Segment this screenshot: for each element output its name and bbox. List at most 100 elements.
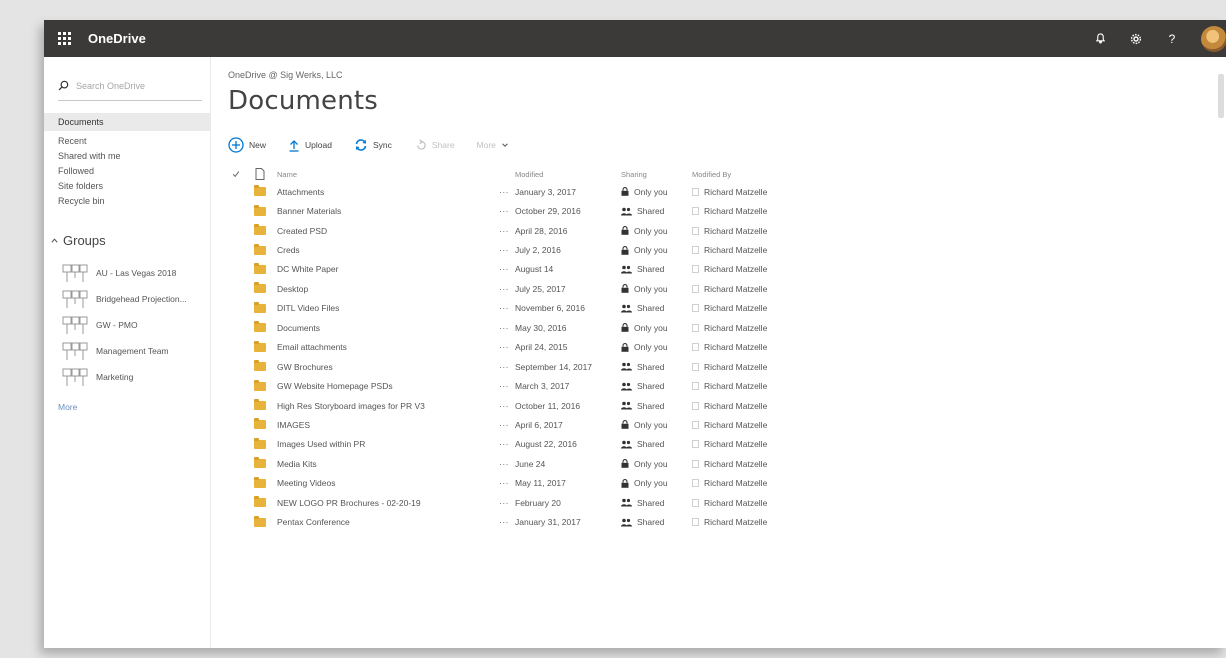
nav-item-recycle-bin[interactable]: Recycle bin	[44, 194, 210, 209]
file-type-column-header[interactable]	[243, 168, 277, 180]
sharing-status[interactable]: Shared	[621, 439, 692, 449]
sharing-status[interactable]: Only you	[621, 284, 692, 294]
table-row[interactable]: Creds ··· July 2, 2016 Only you Richard Matz…	[228, 240, 1226, 259]
more-options-button[interactable]: ···	[499, 187, 515, 197]
share-button[interactable]: Share	[414, 138, 455, 152]
app-launcher-button[interactable]	[44, 20, 84, 57]
nav-item-recent[interactable]: Recent	[44, 134, 210, 149]
file-name-link[interactable]: IMAGES	[277, 420, 499, 430]
help-button[interactable]: ?	[1154, 20, 1190, 57]
group-item[interactable]: Bridgehead Projection...	[44, 286, 210, 312]
modified-by[interactable]: Richard Matzelle	[692, 342, 812, 352]
file-name-link[interactable]: Email attachments	[277, 342, 499, 352]
search-box[interactable]: Search OneDrive	[58, 71, 202, 101]
modified-by[interactable]: Richard Matzelle	[692, 401, 812, 411]
modified-by[interactable]: Richard Matzelle	[692, 459, 812, 469]
group-item[interactable]: GW - PMO	[44, 312, 210, 338]
scrollbar[interactable]	[1218, 74, 1224, 118]
nav-item-shared-with-me[interactable]: Shared with me	[44, 149, 210, 164]
sharing-status[interactable]: Shared	[621, 303, 692, 313]
notifications-button[interactable]	[1082, 20, 1118, 57]
more-groups-link[interactable]: More	[44, 402, 210, 412]
table-row[interactable]: IMAGES ··· April 6, 2017 Only you Richard Ma…	[228, 415, 1226, 434]
table-row[interactable]: Desktop ··· July 25, 2017 Only you Richard M…	[228, 279, 1226, 298]
modified-by[interactable]: Richard Matzelle	[692, 284, 812, 294]
table-row[interactable]: GW Website Homepage PSDs ··· March 3, 2017…	[228, 376, 1226, 395]
more-options-button[interactable]: ···	[499, 439, 515, 449]
file-name-link[interactable]: Images Used within PR	[277, 439, 499, 449]
modified-by[interactable]: Richard Matzelle	[692, 226, 812, 236]
more-options-button[interactable]: ···	[499, 420, 515, 430]
group-item[interactable]: Management Team	[44, 338, 210, 364]
more-options-button[interactable]: ···	[499, 498, 515, 508]
file-name-link[interactable]: Documents	[277, 323, 499, 333]
sharing-status[interactable]: Only you	[621, 420, 692, 430]
file-name-link[interactable]: NEW LOGO PR Brochures - 02-20-19	[277, 498, 499, 508]
more-options-button[interactable]: ···	[499, 401, 515, 411]
name-column-header[interactable]: Name	[277, 170, 499, 179]
table-row[interactable]: Banner Materials ··· October 29, 2016 Share…	[228, 201, 1226, 220]
sharing-status[interactable]: Only you	[621, 459, 692, 469]
file-name-link[interactable]: DC White Paper	[277, 264, 499, 274]
modified-column-header[interactable]: Modified	[515, 170, 621, 179]
modified-by[interactable]: Richard Matzelle	[692, 420, 812, 430]
more-options-button[interactable]: ···	[499, 245, 515, 255]
upload-button[interactable]: Upload	[288, 139, 332, 152]
modified-by[interactable]: Richard Matzelle	[692, 478, 812, 488]
modified-by[interactable]: Richard Matzelle	[692, 187, 812, 197]
sharing-status[interactable]: Shared	[621, 264, 692, 274]
sharing-status[interactable]: Shared	[621, 362, 692, 372]
table-row[interactable]: Email attachments ··· April 24, 2015 Only y…	[228, 338, 1226, 357]
more-options-button[interactable]: ···	[499, 206, 515, 216]
sharing-status[interactable]: Only you	[621, 323, 692, 333]
more-options-button[interactable]: ···	[499, 323, 515, 333]
table-row[interactable]: High Res Storyboard images for PR V3 ··· O…	[228, 396, 1226, 415]
table-row[interactable]: Meeting Videos ··· May 11, 2017 Only you Ric…	[228, 474, 1226, 493]
file-name-link[interactable]: GW Brochures	[277, 362, 499, 372]
nav-item-followed[interactable]: Followed	[44, 164, 210, 179]
sharing-status[interactable]: Only you	[621, 245, 692, 255]
modified-by[interactable]: Richard Matzelle	[692, 245, 812, 255]
modified-by[interactable]: Richard Matzelle	[692, 206, 812, 216]
nav-item-documents[interactable]: Documents	[44, 113, 210, 131]
more-options-button[interactable]: ···	[499, 459, 515, 469]
sharing-status[interactable]: Shared	[621, 498, 692, 508]
modified-by-column-header[interactable]: Modified By	[692, 170, 812, 179]
file-name-link[interactable]: High Res Storyboard images for PR V3	[277, 401, 499, 411]
modified-by[interactable]: Richard Matzelle	[692, 439, 812, 449]
file-name-link[interactable]: Created PSD	[277, 226, 499, 236]
sharing-status[interactable]: Shared	[621, 517, 692, 527]
modified-by[interactable]: Richard Matzelle	[692, 264, 812, 274]
more-options-button[interactable]: ···	[499, 284, 515, 294]
file-name-link[interactable]: Pentax Conference	[277, 517, 499, 527]
more-options-button[interactable]: ···	[499, 478, 515, 488]
sync-button[interactable]: Sync	[354, 138, 392, 152]
table-row[interactable]: Created PSD ··· April 28, 2016 Only you Rich…	[228, 221, 1226, 240]
sharing-status[interactable]: Shared	[621, 401, 692, 411]
modified-by[interactable]: Richard Matzelle	[692, 362, 812, 372]
table-row[interactable]: DC White Paper ··· August 14 Shared Richard …	[228, 260, 1226, 279]
groups-header[interactable]: Groups	[50, 233, 210, 248]
group-item[interactable]: Marketing	[44, 364, 210, 390]
file-name-link[interactable]: Banner Materials	[277, 206, 499, 216]
select-all-checkbox[interactable]	[228, 170, 243, 178]
sharing-column-header[interactable]: Sharing	[621, 170, 692, 179]
table-row[interactable]: Images Used within PR ··· August 22, 2016 S…	[228, 435, 1226, 454]
file-name-link[interactable]: Meeting Videos	[277, 478, 499, 488]
breadcrumb[interactable]: OneDrive @ Sig Werks, LLC	[228, 70, 1226, 80]
sharing-status[interactable]: Only you	[621, 478, 692, 488]
account-button[interactable]	[1190, 20, 1226, 57]
file-name-link[interactable]: Media Kits	[277, 459, 499, 469]
sharing-status[interactable]: Shared	[621, 381, 692, 391]
more-options-button[interactable]: ···	[499, 381, 515, 391]
modified-by[interactable]: Richard Matzelle	[692, 303, 812, 313]
table-row[interactable]: DITL Video Files ··· November 6, 2016 Share…	[228, 299, 1226, 318]
more-options-button[interactable]: ···	[499, 264, 515, 274]
sharing-status[interactable]: Only you	[621, 226, 692, 236]
table-row[interactable]: NEW LOGO PR Brochures - 02-20-19 ··· Febru…	[228, 493, 1226, 512]
more-options-button[interactable]: ···	[499, 362, 515, 372]
file-name-link[interactable]: DITL Video Files	[277, 303, 499, 313]
modified-by[interactable]: Richard Matzelle	[692, 498, 812, 508]
more-commands-button[interactable]: More	[477, 140, 509, 150]
table-row[interactable]: Media Kits ··· June 24 Only you Richard Matz…	[228, 454, 1226, 473]
